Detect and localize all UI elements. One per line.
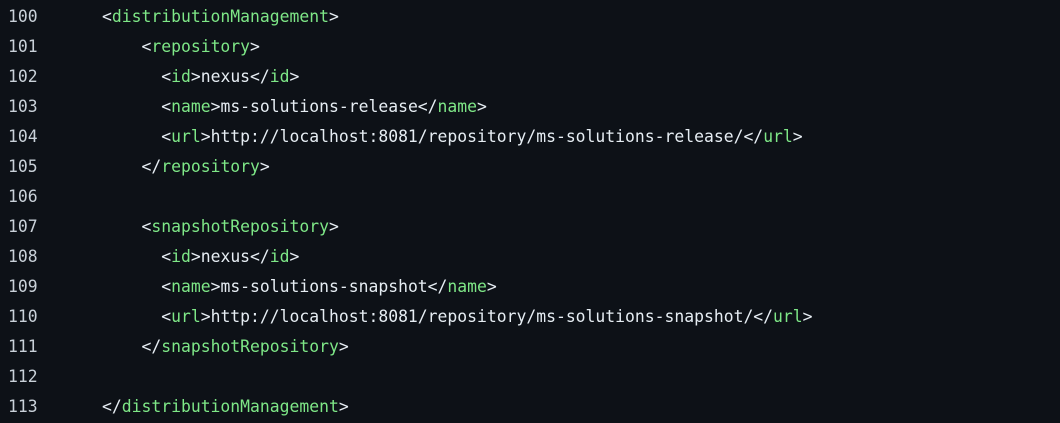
xml-text: >http://localhost:8081/repository/ms-sol… <box>200 127 764 146</box>
xml-tag-name: id <box>269 247 290 266</box>
code-line: 105 </repository> <box>0 152 1060 182</box>
line-number: 105 <box>8 157 38 176</box>
xml-text: > <box>259 157 270 176</box>
code-line: 107 <snapshotRepository> <box>0 212 1060 242</box>
line-number: 104 <box>8 127 38 146</box>
line-number: 109 <box>8 277 38 296</box>
line-number: 100 <box>8 7 38 26</box>
xml-tag-name: snapshotRepository <box>151 217 329 236</box>
xml-text: >http://localhost:8081/repository/ms-sol… <box>200 307 774 326</box>
xml-text: < <box>161 67 172 86</box>
xml-text: > <box>477 97 487 116</box>
code-line: 101 <repository> <box>0 32 1060 62</box>
line-content: <repository> <box>102 32 260 62</box>
line-number: 106 <box>8 187 38 206</box>
code-viewer: 100 <distributionManagement> 101 <reposito… <box>0 0 1060 422</box>
code-line: 100 <distributionManagement> <box>0 2 1060 32</box>
xml-tag-name: snapshotRepository <box>161 337 339 356</box>
line-content: </distributionManagement> <box>102 392 349 422</box>
line-content: </repository> <box>102 152 270 182</box>
xml-tag-name: name <box>171 277 211 296</box>
line-number: 108 <box>8 247 38 266</box>
code-line: 113 </distributionManagement> <box>0 392 1060 422</box>
xml-tag-name: name <box>447 277 487 296</box>
xml-tag-name: url <box>773 307 803 326</box>
code-line: 103 <name>ms-solutions-release</name> <box>0 92 1060 122</box>
xml-text: > <box>328 217 339 236</box>
line-content: <snapshotRepository> <box>102 212 339 242</box>
line-content: <url>http://localhost:8081/repository/ms… <box>102 122 803 152</box>
code-line: 110 <url>http://localhost:8081/repositor… <box>0 302 1060 332</box>
line-number: 111 <box>8 337 38 356</box>
xml-text: < <box>141 217 152 236</box>
xml-text: > <box>250 37 260 56</box>
xml-text: > <box>338 337 349 356</box>
xml-text: >nexus</ <box>190 247 270 266</box>
line-number: 110 <box>8 307 38 326</box>
code-line: 112 <box>0 362 1060 392</box>
xml-text: > <box>792 127 803 146</box>
code-line: 102 <id>nexus</id> <box>0 62 1060 92</box>
line-content: </snapshotRepository> <box>102 332 349 362</box>
xml-text: > <box>289 247 300 266</box>
code-line: 104 <url>http://localhost:8081/repositor… <box>0 122 1060 152</box>
xml-text: < <box>161 127 172 146</box>
xml-tag-name: id <box>269 67 290 86</box>
line-number: 103 <box>8 97 38 116</box>
xml-tag-name: repository <box>161 157 260 176</box>
code-line: 111 </snapshotRepository> <box>0 332 1060 362</box>
line-number: 112 <box>8 367 38 386</box>
xml-tag-name: url <box>171 307 201 326</box>
xml-text: > <box>486 277 497 296</box>
xml-text: >ms-solutions-snapshot</ <box>210 277 448 296</box>
line-content: <distributionManagement> <box>102 2 339 32</box>
xml-tag-name: distributionManagement <box>111 7 329 26</box>
line-content: <id>nexus</id> <box>102 62 299 92</box>
xml-tag-name: repository <box>151 37 251 56</box>
xml-tag-name: url <box>171 127 201 146</box>
xml-text: > <box>328 7 339 26</box>
xml-text: >ms-solutions-release</ <box>210 97 438 116</box>
xml-tag-name: distributionManagement <box>121 397 339 416</box>
xml-tag-name: id <box>171 247 191 266</box>
line-number: 102 <box>8 67 38 86</box>
xml-text: > <box>802 307 813 326</box>
xml-text: < <box>161 97 172 116</box>
xml-text: < <box>141 37 152 56</box>
xml-text: < <box>161 277 172 296</box>
line-number: 113 <box>8 397 38 416</box>
line-content: <name>ms-solutions-release</name> <box>102 92 487 122</box>
code-line: 108 <id>nexus</id> <box>0 242 1060 272</box>
xml-text: </ <box>141 337 162 356</box>
line-content: <url>http://localhost:8081/repository/ms… <box>102 302 813 332</box>
xml-text: >nexus</ <box>190 67 270 86</box>
xml-text: </ <box>141 157 162 176</box>
xml-tag-name: name <box>171 97 211 116</box>
code-line: 106 <box>0 182 1060 212</box>
line-number: 101 <box>8 37 38 56</box>
xml-tag-name: url <box>763 127 793 146</box>
line-content: <id>nexus</id> <box>102 242 299 272</box>
code-line: 109 <name>ms-solutions-snapshot</name> <box>0 272 1060 302</box>
xml-text: < <box>161 247 172 266</box>
xml-text: > <box>289 67 300 86</box>
xml-tag-name: name <box>437 97 478 116</box>
xml-text: < <box>161 307 172 326</box>
xml-text: </ <box>102 397 122 416</box>
line-number: 107 <box>8 217 38 236</box>
xml-tag-name: id <box>171 67 191 86</box>
line-content: <name>ms-solutions-snapshot</name> <box>102 272 497 302</box>
xml-text: > <box>338 397 349 416</box>
xml-text: < <box>102 7 112 26</box>
